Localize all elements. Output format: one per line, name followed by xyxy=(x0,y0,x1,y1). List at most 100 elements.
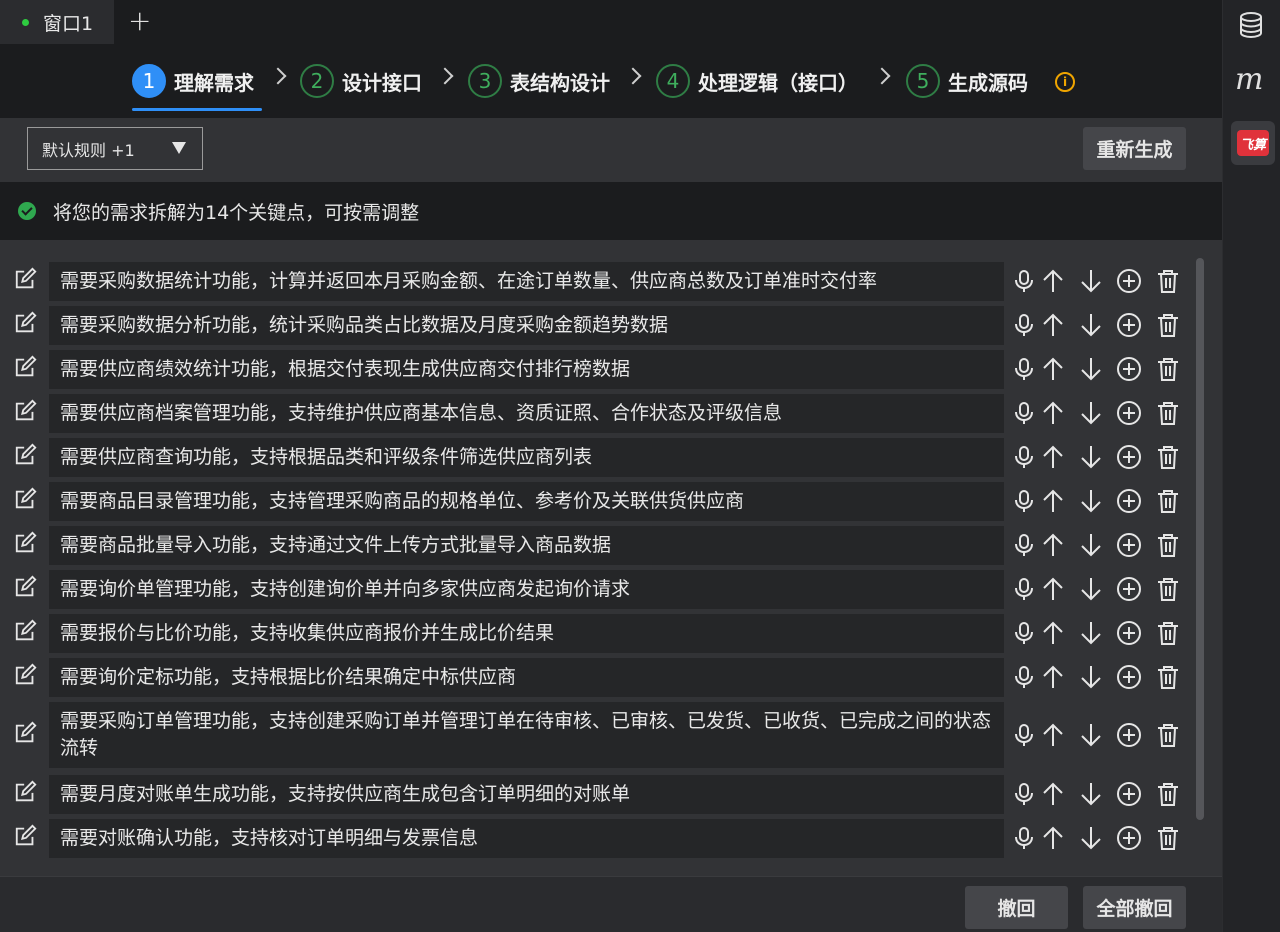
add-circle-icon[interactable] xyxy=(1116,268,1142,294)
add-circle-icon[interactable] xyxy=(1116,444,1142,470)
requirement-item[interactable]: 需要询价单管理功能，支持创建询价单并向多家供应商发起询价请求 xyxy=(49,570,1004,609)
add-circle-icon[interactable] xyxy=(1116,356,1142,382)
delete-icon[interactable] xyxy=(1155,356,1181,382)
move-down-icon[interactable] xyxy=(1078,312,1104,338)
move-down-icon[interactable] xyxy=(1078,620,1104,646)
requirement-item[interactable]: 需要采购数据统计功能，计算并返回本月采购金额、在途订单数量、供应商总数及订单准时… xyxy=(49,262,1004,301)
microphone-icon[interactable] xyxy=(1011,312,1037,338)
move-down-icon[interactable] xyxy=(1078,488,1104,514)
step-1[interactable]: 1 理解需求 xyxy=(132,63,254,99)
requirement-item[interactable]: 需要供应商绩效统计功能，根据交付表现生成供应商交付排行榜数据 xyxy=(49,350,1004,389)
delete-icon[interactable] xyxy=(1155,825,1181,851)
microphone-icon[interactable] xyxy=(1011,781,1037,807)
move-up-icon[interactable] xyxy=(1040,825,1066,851)
edit-icon[interactable] xyxy=(14,487,38,511)
microphone-icon[interactable] xyxy=(1011,722,1037,748)
delete-icon[interactable] xyxy=(1155,620,1181,646)
move-down-icon[interactable] xyxy=(1078,532,1104,558)
edit-icon[interactable] xyxy=(14,267,38,291)
edit-icon[interactable] xyxy=(14,575,38,599)
move-up-icon[interactable] xyxy=(1040,488,1066,514)
edit-icon[interactable] xyxy=(14,619,38,643)
step-4[interactable]: 4 处理逻辑（接口） xyxy=(656,63,858,99)
move-down-icon[interactable] xyxy=(1078,781,1104,807)
move-up-icon[interactable] xyxy=(1040,576,1066,602)
microphone-icon[interactable] xyxy=(1011,620,1037,646)
edit-icon[interactable] xyxy=(14,780,38,804)
step-5[interactable]: 5 生成源码 xyxy=(906,63,1028,99)
microphone-icon[interactable] xyxy=(1011,444,1037,470)
edit-icon[interactable] xyxy=(14,531,38,555)
move-up-icon[interactable] xyxy=(1040,722,1066,748)
regenerate-button[interactable]: 重新生成 xyxy=(1083,127,1186,170)
add-circle-icon[interactable] xyxy=(1116,400,1142,426)
delete-icon[interactable] xyxy=(1155,576,1181,602)
edit-icon[interactable] xyxy=(14,663,38,687)
requirement-item[interactable]: 需要供应商查询功能，支持根据品类和评级条件筛选供应商列表 xyxy=(49,438,1004,477)
add-circle-icon[interactable] xyxy=(1116,781,1142,807)
add-circle-icon[interactable] xyxy=(1116,312,1142,338)
undo-all-button[interactable]: 全部撤回 xyxy=(1083,886,1186,929)
delete-icon[interactable] xyxy=(1155,488,1181,514)
move-up-icon[interactable] xyxy=(1040,312,1066,338)
add-tab-button[interactable]: + xyxy=(128,7,151,35)
move-down-icon[interactable] xyxy=(1078,444,1104,470)
requirement-item[interactable]: 需要对账确认功能，支持核对订单明细与发票信息 xyxy=(49,819,1004,858)
move-down-icon[interactable] xyxy=(1078,576,1104,602)
tab-window-1[interactable]: 窗口1 xyxy=(0,0,114,44)
move-down-icon[interactable] xyxy=(1078,825,1104,851)
requirement-item[interactable]: 需要采购订单管理功能，支持创建采购订单并管理订单在待审核、已审核、已发货、已收货… xyxy=(49,702,1004,768)
edit-icon[interactable] xyxy=(14,721,38,745)
info-icon[interactable]: i xyxy=(1055,72,1075,92)
requirement-item[interactable]: 需要商品批量导入功能，支持通过文件上传方式批量导入商品数据 xyxy=(49,526,1004,565)
add-circle-icon[interactable] xyxy=(1116,722,1142,748)
microphone-icon[interactable] xyxy=(1011,488,1037,514)
microphone-icon[interactable] xyxy=(1011,400,1037,426)
undo-button[interactable]: 撤回 xyxy=(965,886,1068,929)
move-up-icon[interactable] xyxy=(1040,444,1066,470)
move-up-icon[interactable] xyxy=(1040,532,1066,558)
edit-icon[interactable] xyxy=(14,399,38,423)
scrollbar[interactable] xyxy=(1196,258,1204,820)
delete-icon[interactable] xyxy=(1155,781,1181,807)
move-down-icon[interactable] xyxy=(1078,722,1104,748)
add-circle-icon[interactable] xyxy=(1116,620,1142,646)
requirement-item[interactable]: 需要月度对账单生成功能，支持按供应商生成包含订单明细的对账单 xyxy=(49,775,1004,814)
requirement-item[interactable]: 需要商品目录管理功能，支持管理采购商品的规格单位、参考价及关联供货供应商 xyxy=(49,482,1004,521)
microphone-icon[interactable] xyxy=(1011,532,1037,558)
delete-icon[interactable] xyxy=(1155,268,1181,294)
microphone-icon[interactable] xyxy=(1011,356,1037,382)
move-up-icon[interactable] xyxy=(1040,664,1066,690)
add-circle-icon[interactable] xyxy=(1116,532,1142,558)
move-up-icon[interactable] xyxy=(1040,620,1066,646)
move-up-icon[interactable] xyxy=(1040,400,1066,426)
add-circle-icon[interactable] xyxy=(1116,664,1142,690)
add-circle-icon[interactable] xyxy=(1116,488,1142,514)
add-circle-icon[interactable] xyxy=(1116,825,1142,851)
m-plugin-icon[interactable]: m xyxy=(1235,62,1263,97)
feisuan-button[interactable]: 飞算 xyxy=(1231,121,1275,165)
step-2[interactable]: 2 设计接口 xyxy=(300,63,422,99)
requirement-item[interactable]: 需要报价与比价功能，支持收集供应商报价并生成比价结果 xyxy=(49,614,1004,653)
edit-icon[interactable] xyxy=(14,311,38,335)
delete-icon[interactable] xyxy=(1155,312,1181,338)
add-circle-icon[interactable] xyxy=(1116,576,1142,602)
microphone-icon[interactable] xyxy=(1011,664,1037,690)
move-down-icon[interactable] xyxy=(1078,268,1104,294)
move-down-icon[interactable] xyxy=(1078,356,1104,382)
delete-icon[interactable] xyxy=(1155,400,1181,426)
move-down-icon[interactable] xyxy=(1078,664,1104,690)
database-icon[interactable] xyxy=(1237,11,1265,39)
move-up-icon[interactable] xyxy=(1040,781,1066,807)
requirement-item[interactable]: 需要供应商档案管理功能，支持维护供应商基本信息、资质证照、合作状态及评级信息 xyxy=(49,394,1004,433)
delete-icon[interactable] xyxy=(1155,444,1181,470)
edit-icon[interactable] xyxy=(14,443,38,467)
move-up-icon[interactable] xyxy=(1040,356,1066,382)
requirement-item[interactable]: 需要采购数据分析功能，统计采购品类占比数据及月度采购金额趋势数据 xyxy=(49,306,1004,345)
delete-icon[interactable] xyxy=(1155,722,1181,748)
move-up-icon[interactable] xyxy=(1040,268,1066,294)
delete-icon[interactable] xyxy=(1155,532,1181,558)
rule-select[interactable]: 默认规则 +1 xyxy=(27,127,203,170)
requirement-item[interactable]: 需要询价定标功能，支持根据比价结果确定中标供应商 xyxy=(49,658,1004,697)
edit-icon[interactable] xyxy=(14,824,38,848)
